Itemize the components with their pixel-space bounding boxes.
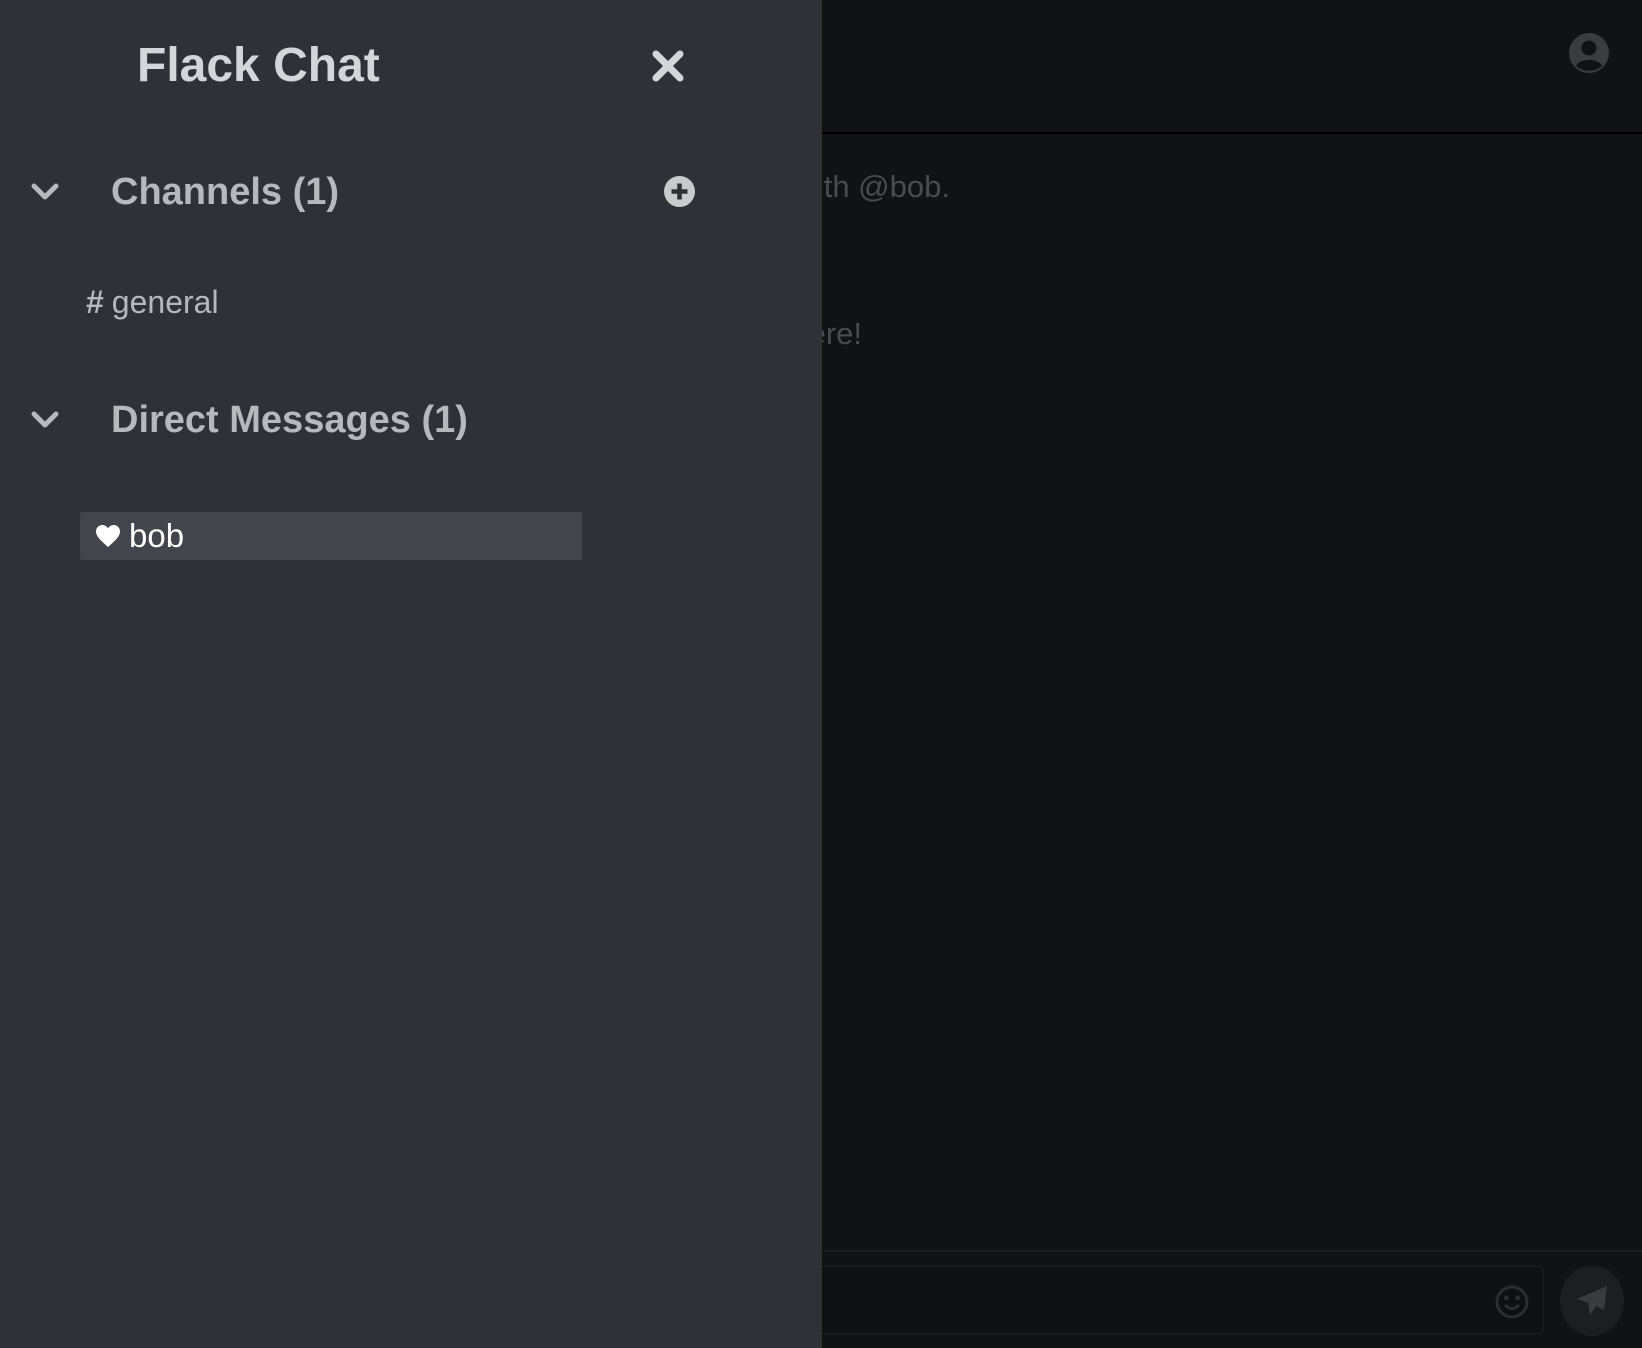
channel-item-general[interactable]: # general xyxy=(80,280,580,324)
channels-section-title[interactable]: Channels (1) xyxy=(111,171,339,214)
message-text: th @bob. xyxy=(823,169,950,204)
chevron-down-icon[interactable] xyxy=(28,180,62,204)
close-sidebar-button[interactable] xyxy=(648,46,688,86)
paper-plane-icon xyxy=(1577,1286,1607,1315)
sidebar-drawer: Flack Chat Channels (1) # general Direct… xyxy=(0,0,822,1348)
close-icon xyxy=(652,50,684,82)
channel-label: general xyxy=(111,283,219,320)
chevron-down-icon[interactable] xyxy=(28,408,62,432)
app-title: Flack Chat xyxy=(137,39,380,92)
emoji-icon[interactable] xyxy=(1494,1284,1530,1320)
dm-item-bob[interactable]: bob xyxy=(80,512,582,560)
message-input[interactable] xyxy=(700,1266,1544,1334)
direct-messages-section-title[interactable]: Direct Messages (1) xyxy=(111,399,468,442)
hash-icon: # xyxy=(86,283,104,320)
dm-label: bob xyxy=(129,517,185,554)
user-circle-icon[interactable] xyxy=(1568,32,1610,74)
send-button[interactable] xyxy=(1560,1266,1624,1336)
heart-icon xyxy=(96,525,120,547)
add-channel-button[interactable] xyxy=(663,175,696,208)
